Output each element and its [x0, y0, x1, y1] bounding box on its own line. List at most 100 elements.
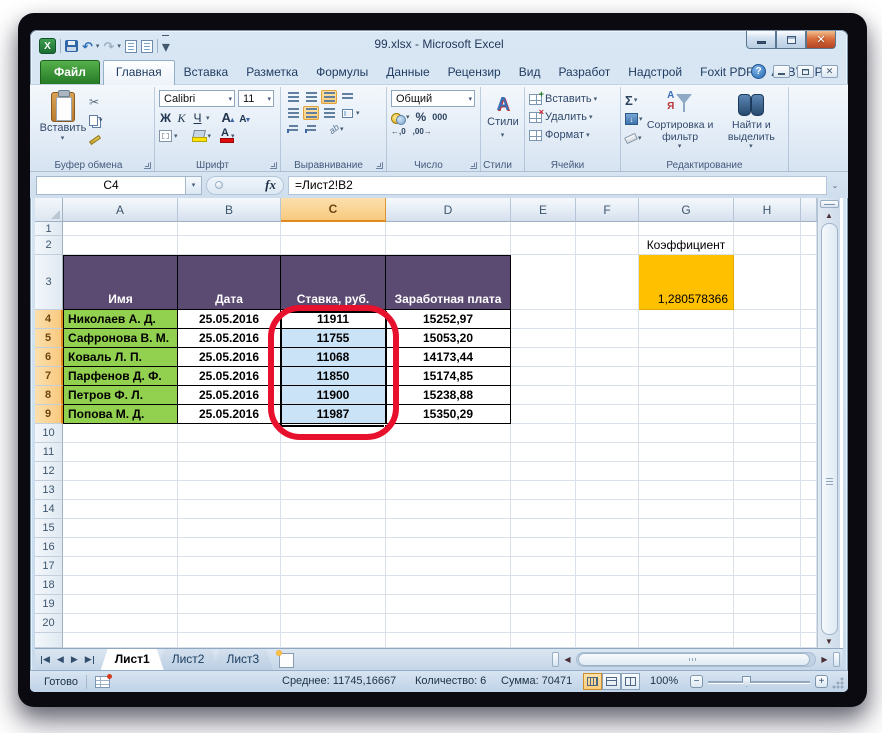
tab-Рецензир[interactable]: Рецензир	[439, 61, 510, 84]
cell-D14[interactable]	[386, 500, 511, 519]
cell-C17[interactable]	[281, 557, 386, 576]
cell-D15[interactable]	[386, 519, 511, 538]
cell-G6[interactable]	[639, 348, 734, 367]
cell-F3[interactable]	[576, 255, 639, 310]
borders-icon[interactable]	[159, 129, 172, 142]
cell-F17[interactable]	[576, 557, 639, 576]
clear-button[interactable]: ▾	[624, 130, 643, 146]
cell-H7[interactable]	[734, 367, 801, 386]
insert-worksheet-icon[interactable]	[275, 649, 301, 670]
next-sheet-icon[interactable]: ▶	[71, 654, 78, 665]
cell-H13[interactable]	[734, 481, 801, 500]
horizontal-scrollbar[interactable]: ◀ ▶	[552, 651, 840, 668]
cell-F15[interactable]	[576, 519, 639, 538]
close-button[interactable]: ✕	[806, 31, 836, 49]
zoom-out-icon[interactable]: −	[690, 675, 703, 688]
row-header-16[interactable]: 16	[35, 538, 63, 557]
vertical-split-handle[interactable]	[819, 200, 839, 208]
page-layout-view-icon[interactable]	[602, 673, 621, 690]
cell-G8[interactable]	[639, 386, 734, 405]
bold-button[interactable]: Ж	[159, 110, 172, 125]
copy-icon[interactable]	[89, 114, 98, 126]
decrease-indent-icon[interactable]	[285, 122, 301, 136]
comma-style-button[interactable]: 000	[432, 112, 447, 122]
cell-C1[interactable]	[281, 222, 386, 236]
cell-H12[interactable]	[734, 462, 801, 481]
horizontal-split-handle[interactable]	[552, 652, 559, 667]
cell-E9[interactable]	[511, 405, 576, 424]
column-header-H[interactable]: H	[734, 198, 801, 222]
cell-E10[interactable]	[511, 424, 576, 443]
orientation-icon[interactable]: ab	[327, 122, 341, 136]
horizontal-split-handle[interactable]	[833, 652, 840, 667]
dialog-launcher-icon[interactable]	[470, 162, 477, 169]
grow-font-button[interactable]: А ▲	[222, 110, 236, 125]
paste-button[interactable]: Вставить ▾	[37, 90, 89, 157]
cell-C6[interactable]: 11068	[281, 348, 386, 367]
cell-B[interactable]	[178, 633, 281, 648]
cell-D9[interactable]: 15350,29	[386, 405, 511, 424]
autosum-button[interactable]: Σ ▾	[625, 92, 643, 108]
cell-D16[interactable]	[386, 538, 511, 557]
formula-input[interactable]: =Лист2!B2	[288, 175, 827, 195]
tab-Формулы[interactable]: Формулы	[307, 61, 377, 84]
cell-E7[interactable]	[511, 367, 576, 386]
cell-E13[interactable]	[511, 481, 576, 500]
decrease-decimal-icon[interactable]: ,00→	[413, 128, 432, 136]
workbook-restore-icon[interactable]	[797, 65, 814, 78]
resize-grip[interactable]	[832, 677, 844, 689]
dialog-launcher-icon[interactable]	[144, 162, 151, 169]
row-header-7[interactable]: 7	[35, 367, 63, 386]
cell-C7[interactable]: 11850	[281, 367, 386, 386]
format-painter-icon[interactable]	[88, 134, 102, 146]
cell-C10[interactable]	[281, 424, 386, 443]
cell-A3[interactable]: Имя	[63, 255, 178, 310]
cell-G16[interactable]	[639, 538, 734, 557]
cell-F12[interactable]	[576, 462, 639, 481]
scroll-left-icon[interactable]: ◀	[559, 652, 576, 667]
cell-G5[interactable]	[639, 329, 734, 348]
cell-D17[interactable]	[386, 557, 511, 576]
underline-button[interactable]: Ч	[191, 110, 204, 125]
cell-B11[interactable]	[178, 443, 281, 462]
sheet-tab-Лист1[interactable]: Лист1	[101, 649, 164, 670]
cell-E20[interactable]	[511, 614, 576, 633]
row-header-8[interactable]: 8	[35, 386, 63, 405]
sort-filter-button[interactable]: А Я Сортировка и фильтр ▾	[647, 90, 714, 157]
cell-G19[interactable]	[639, 595, 734, 614]
font-size-select[interactable]: 11 ▾	[238, 90, 274, 107]
merge-center-icon[interactable]	[339, 106, 355, 120]
cell-C4[interactable]: 11911	[281, 310, 386, 329]
styles-button[interactable]: Стили ▾	[487, 116, 519, 140]
accounting-format-icon[interactable]	[391, 112, 406, 125]
align-middle-icon[interactable]	[303, 90, 319, 104]
cell-C9[interactable]: 11987	[281, 405, 386, 424]
row-header-17[interactable]: 17	[35, 557, 63, 576]
cell-G4[interactable]	[639, 310, 734, 329]
cell-D12[interactable]	[386, 462, 511, 481]
shrink-font-button[interactable]: А ▼	[239, 110, 252, 125]
expand-formula-bar-icon[interactable]: ⌄	[827, 181, 843, 190]
scroll-right-icon[interactable]: ▶	[816, 652, 833, 667]
row-header-9[interactable]: 9	[35, 405, 63, 424]
row-header-11[interactable]: 11	[35, 443, 63, 462]
select-all-corner[interactable]	[35, 198, 63, 222]
cell-H19[interactable]	[734, 595, 801, 614]
cell-C2[interactable]	[281, 236, 386, 255]
first-sheet-icon[interactable]: ◀	[41, 654, 50, 665]
cell-C3[interactable]: Ставка, руб.	[281, 255, 386, 310]
cell-H9[interactable]	[734, 405, 801, 424]
cell-A6[interactable]: Коваль Л. П.	[63, 348, 178, 367]
cell-D18[interactable]	[386, 576, 511, 595]
cell-A7[interactable]: Парфенов Д. Ф.	[63, 367, 178, 386]
cell-E12[interactable]	[511, 462, 576, 481]
cell-E1[interactable]	[511, 222, 576, 236]
cell-H16[interactable]	[734, 538, 801, 557]
cell-B3[interactable]: Дата	[178, 255, 281, 310]
cell-F2[interactable]	[576, 236, 639, 255]
cell-B18[interactable]	[178, 576, 281, 595]
tab-Надстрой[interactable]: Надстрой	[619, 61, 691, 84]
macro-record-icon[interactable]	[94, 673, 112, 688]
cell-H11[interactable]	[734, 443, 801, 462]
cell-B12[interactable]	[178, 462, 281, 481]
